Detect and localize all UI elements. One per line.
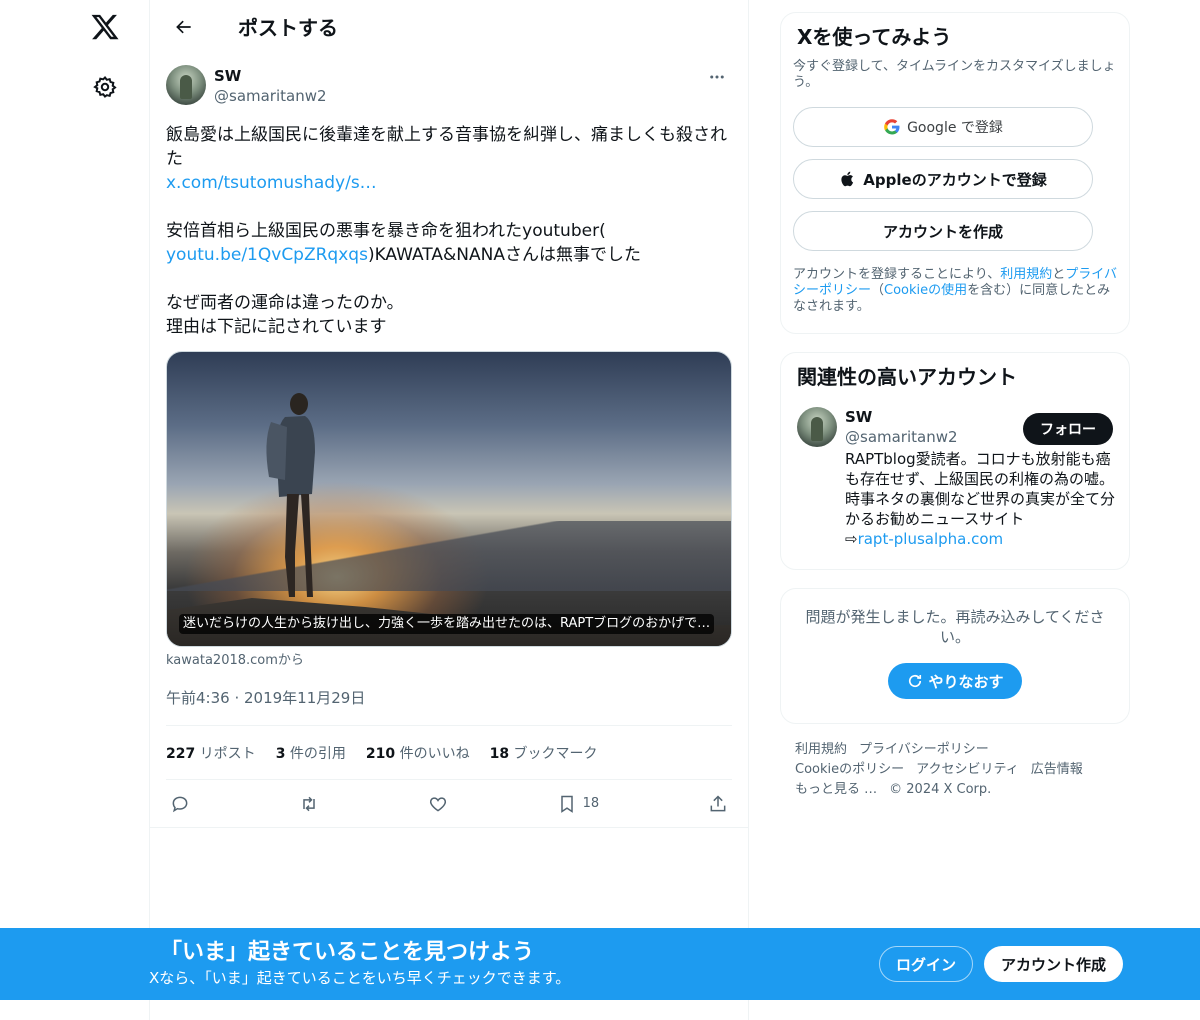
bookmark-count: 18 [582, 796, 600, 811]
banner-create-account-button[interactable]: アカウント作成 [984, 946, 1123, 982]
footer-link-ads[interactable]: 広告情報 [1031, 762, 1083, 777]
back-arrow-icon[interactable] [166, 9, 202, 45]
author-name[interactable]: SW [214, 66, 327, 86]
post-text-line3: なぜ両者の運命は違ったのか。 [166, 293, 404, 313]
google-signup-button[interactable]: Google で登録 [793, 107, 1093, 147]
footer-link-terms[interactable]: 利用規約 [795, 742, 847, 757]
main-column: ポストする SW @samaritanw2 飯島愛は上級国民に後輩達を献上する音… [149, 0, 749, 1020]
terms-mid2: （ [871, 283, 885, 298]
google-signup-label: Google で登録 [907, 120, 1003, 136]
signup-desc: 今すぐ登録して、タイムラインをカスタマイズしましょう。 [793, 59, 1116, 90]
reply-icon [172, 796, 188, 812]
left-nav [0, 0, 150, 1020]
login-banner: 「いま」起きていることを見つけよう Xなら、「いま」起きていることをいち早くチェ… [0, 928, 1200, 1000]
repost-button[interactable] [299, 794, 319, 814]
share-icon [710, 794, 726, 811]
reposts-count: 227 [166, 745, 196, 762]
reply-button[interactable] [170, 794, 190, 814]
terms-prefix: アカウントを登録することにより、 [793, 267, 1001, 282]
footer-link-more[interactable]: もっと見る … [795, 782, 877, 797]
signup-terms: アカウントを登録することにより、利用規約とプライバシーポリシー（Cookieの使… [793, 267, 1117, 315]
signup-title: Xを使ってみよう [797, 25, 952, 49]
create-account-button[interactable]: アカウントを作成 [793, 211, 1093, 251]
banner-title: 「いま」起きていることを見つけよう [160, 940, 535, 965]
media-caption: 迷いだらけの人生から抜け出し、力強く一歩を踏み出せたのは、RAPTブログのおかげ… [179, 614, 715, 634]
header: ポストする [150, 0, 748, 53]
post-text: 飯島愛は上級国民に後輩達を献上する音事協を糾弾し、痛ましくも殺された x.com… [166, 123, 732, 339]
like-button[interactable] [428, 794, 448, 814]
related-user-bio: RAPTblog愛読者。コロナも放射能も癌も存在せず、上級国民の利権の為の嘘。時… [845, 449, 1115, 549]
likes-count: 210 [365, 745, 396, 762]
cookie-link[interactable]: Cookieの使用 [884, 283, 967, 298]
reposts-label: リポスト [199, 745, 256, 762]
apple-signup-label: Appleのアカウントで登録 [863, 170, 1047, 189]
stat-quotes[interactable]: 3 件の引用 [276, 743, 346, 763]
terms-link[interactable]: 利用規約 [1000, 267, 1052, 282]
repost-icon [303, 796, 315, 811]
author-names: SW @samaritanw2 [214, 66, 327, 106]
error-card: 問題が発生しました。再読み込みしてください。 やりなおす [780, 588, 1130, 724]
likes-label: 件のいいね [399, 745, 470, 762]
gear-icon[interactable] [88, 70, 122, 104]
x-logo-icon[interactable] [86, 8, 124, 46]
footer-link-privacy[interactable]: プライバシーポリシー [859, 742, 989, 757]
related-user[interactable]: SW @samaritanw2 RAPTblog愛読者。コロナも放射能も癌も存在… [797, 407, 1115, 549]
signup-card: Xを使ってみよう 今すぐ登録して、タイムラインをカスタマイズしましょう。 Goo… [780, 12, 1130, 334]
media-mountains [167, 521, 731, 591]
post-text-line4: 理由は下記に記されています [166, 317, 387, 337]
bookmark-icon [560, 795, 573, 813]
google-icon [884, 119, 900, 135]
stat-bookmarks[interactable]: 18 ブックマーク [490, 743, 598, 763]
stat-likes[interactable]: 210 件のいいね [366, 743, 470, 763]
quotes-count: 3 [275, 745, 286, 762]
banner-subtitle: Xなら、「いま」起きていることをいち早くチェックできます。 [149, 969, 571, 987]
apple-icon [841, 171, 854, 187]
post-text-line2: 安倍首相ら上級国民の悪事を暴き命を狙われたyoutuber( [166, 221, 606, 241]
share-button[interactable] [708, 794, 728, 814]
footer-link-cookie[interactable]: Cookieのポリシー [795, 762, 904, 777]
post-author: SW @samaritanw2 [166, 65, 732, 109]
more-options-icon[interactable] [702, 65, 732, 89]
follow-button[interactable]: フォロー [1023, 413, 1113, 445]
stat-reposts[interactable]: 227 リポスト [166, 743, 256, 763]
media-source[interactable]: kawata2018.comから [166, 653, 732, 669]
author-handle[interactable]: @samaritanw2 [214, 86, 327, 106]
footer-copyright: © 2024 X Corp. [889, 782, 992, 797]
footer-link-accessibility[interactable]: アクセシビリティ [916, 762, 1019, 777]
related-accounts-card: 関連性の高いアカウント SW @samaritanw2 RAPTblog愛読者。… [780, 352, 1130, 570]
bio-text: RAPTblog愛読者。コロナも放射能も癌も存在せず、上級国民の利権の為の嘘。時… [845, 450, 1116, 528]
heart-icon [429, 796, 446, 812]
post-media-card[interactable]: 迷いだらけの人生から抜け出し、力強く一歩を踏み出せたのは、RAPTブログのおかげ… [166, 351, 732, 647]
login-button[interactable]: ログイン [879, 946, 973, 982]
error-text: 問題が発生しました。再読み込みしてください。 [805, 608, 1105, 646]
post-text-line2b: )KAWATA&NANAさんは無事でした [367, 245, 641, 265]
quotes-label: 件の引用 [289, 745, 346, 762]
post-link-1[interactable]: x.com/tsutomushady/s… [166, 173, 377, 193]
post-actions: 18 [150, 780, 748, 828]
post-text-line1: 飯島愛は上級国民に後輩達を献上する音事協を糾弾し、痛ましくも殺された [166, 125, 727, 169]
page-title: ポストする [238, 16, 338, 40]
post-stats: 227 リポスト 3 件の引用 210 件のいいね 18 ブックマーク [166, 726, 732, 780]
timestamp-link[interactable]: 午前4:36 · 2019年11月29日 [166, 689, 365, 707]
refresh-icon [909, 674, 922, 688]
bookmark-button[interactable]: 18 [557, 794, 600, 814]
media-hiker-silhouette [266, 393, 315, 597]
terms-mid1: と [1052, 267, 1066, 282]
bio-link[interactable]: rapt-plusalpha.com [858, 530, 1004, 548]
footer: 利用規約 プライバシーポリシー Cookieのポリシー アクセシビリティ 広告情報 も… [795, 740, 1125, 800]
retry-button[interactable]: やりなおす [888, 663, 1022, 699]
post-timestamp: 午前4:36 · 2019年11月29日 [166, 687, 732, 726]
related-title: 関連性の高いアカウント [797, 365, 1017, 389]
post: SW @samaritanw2 飯島愛は上級国民に後輩達を献上する音事協を糾弾し… [150, 53, 748, 828]
avatar[interactable] [166, 65, 206, 105]
avatar[interactable] [797, 407, 837, 447]
bookmarks-label: ブックマーク [513, 745, 598, 762]
post-link-2[interactable]: youtu.be/1QvCpZRqxqs [166, 245, 368, 265]
retry-label: やりなおす [928, 672, 1004, 691]
bookmarks-count: 18 [489, 745, 510, 762]
apple-signup-button[interactable]: Appleのアカウントで登録 [793, 159, 1093, 199]
bio-link-prefix: ⇨ [845, 530, 858, 548]
